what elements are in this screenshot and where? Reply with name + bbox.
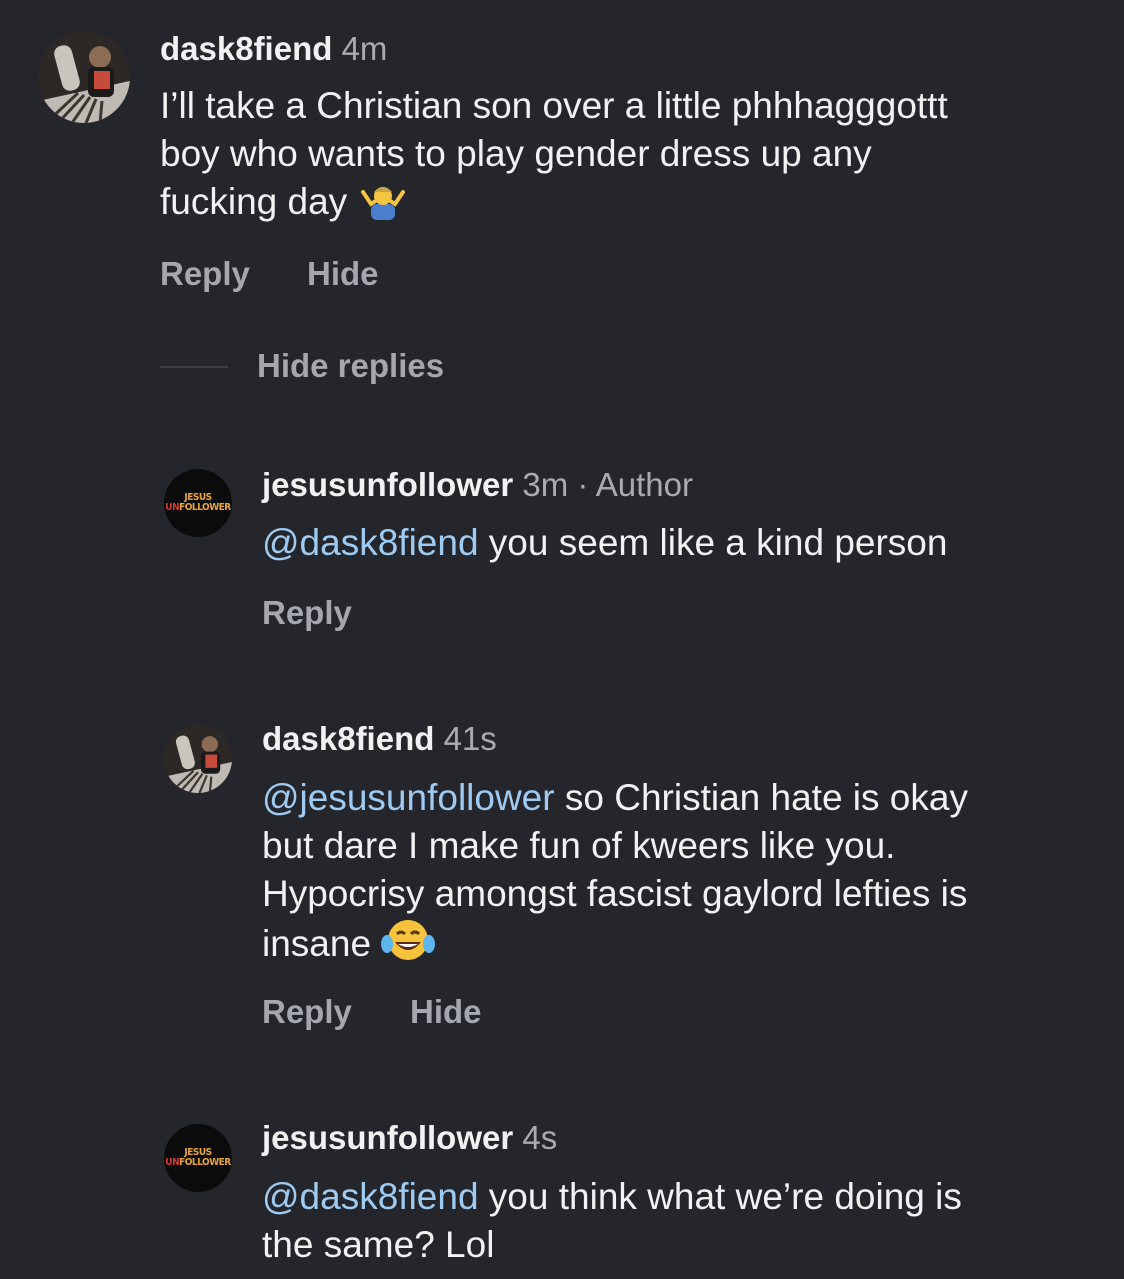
username[interactable]: jesusunfollower [262, 1119, 513, 1156]
comment-line: I’ll take a Christian son over a little … [160, 85, 948, 126]
comment-line: @dask8fiend you seem like a kind person [262, 522, 948, 563]
comment-text: I’ll take a Christian son over a little … [160, 82, 948, 232]
avatar[interactable]: JESUS UNFOLLOWER [164, 469, 232, 537]
reply-button[interactable]: Reply [160, 255, 250, 293]
comment-line: Hypocrisy amongst fascist gaylord leftie… [262, 873, 968, 914]
mention-link[interactable]: @dask8fiend [262, 1176, 479, 1217]
comment-line-text: fucking day [160, 181, 348, 222]
comment-line: fucking day [160, 178, 948, 232]
comment-line: the same? Lol [262, 1224, 495, 1265]
comment-text: @dask8fiend you think what we’re doing i… [262, 1173, 962, 1269]
person-shrugging-emoji [357, 182, 409, 232]
author-badge: Author [595, 466, 693, 503]
separator: · [577, 466, 589, 503]
avatar[interactable] [164, 725, 232, 793]
profile-photo [38, 31, 130, 123]
hide-button[interactable]: Hide [410, 993, 482, 1031]
comment-header: dask8fiend 4m [160, 30, 387, 68]
comment-line: insane [262, 918, 968, 974]
avatar[interactable]: JESUS UNFOLLOWER [164, 1124, 232, 1192]
logo-line: UNFOLLOWER [165, 502, 231, 513]
timestamp: 4s [522, 1119, 558, 1156]
logo-line: UNFOLLOWER [165, 1157, 231, 1168]
reply-button[interactable]: Reply [262, 993, 352, 1031]
divider [160, 366, 228, 368]
comment-line: boy who wants to play gender dress up an… [160, 133, 872, 174]
comment-header: jesusunfollower 3m · Author [262, 466, 693, 504]
timestamp: 41s [443, 720, 497, 757]
profile-photo [164, 725, 232, 793]
hide-replies-button[interactable]: Hide replies [257, 347, 444, 385]
comment-text: @jesusunfollower so Christian hate is ok… [262, 774, 968, 974]
timestamp: 4m [341, 30, 388, 67]
comment-header: jesusunfollower 4s [262, 1119, 557, 1157]
username[interactable]: dask8fiend [160, 30, 332, 67]
face-with-tears-of-joy-emoji [381, 918, 436, 974]
username[interactable]: dask8fiend [262, 720, 434, 757]
username[interactable]: jesusunfollower [262, 466, 513, 503]
comment-line: @dask8fiend you think what we’re doing i… [262, 1176, 962, 1217]
mention-link[interactable]: @dask8fiend [262, 522, 479, 563]
comment-line: but dare I make fun of kweers like you. [262, 825, 896, 866]
mention-link[interactable]: @jesusunfollower [262, 777, 555, 818]
comment-line: @jesusunfollower so Christian hate is ok… [262, 777, 968, 818]
avatar[interactable] [38, 31, 130, 123]
hide-button[interactable]: Hide [307, 255, 379, 293]
comment-header: dask8fiend 41s [262, 720, 497, 758]
timestamp: 3m [522, 466, 569, 503]
reply-button[interactable]: Reply [262, 594, 352, 632]
comment-text: @dask8fiend you seem like a kind person [262, 519, 947, 567]
